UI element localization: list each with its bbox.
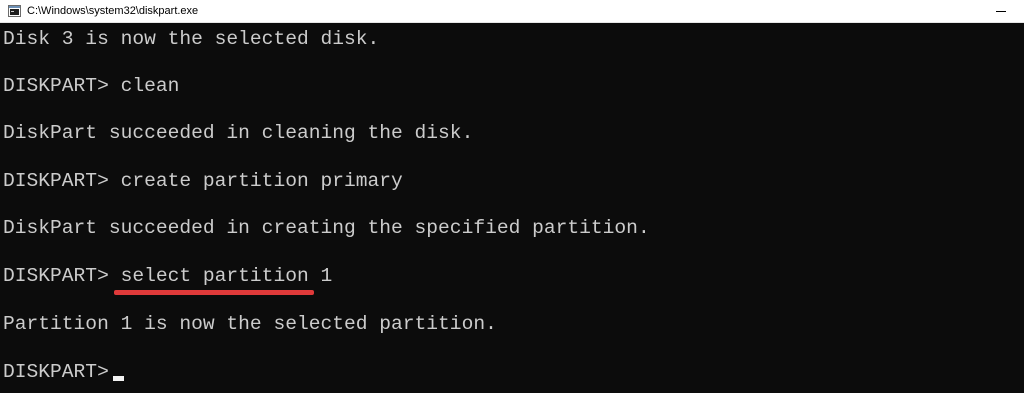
console-window: C:\Windows\system32\diskpart.exe Disk 3 …	[0, 0, 1024, 393]
command-highlight-underline	[114, 290, 314, 295]
console-line: Partition 1 is now the selected partitio…	[3, 313, 497, 335]
console-line: DISKPART> clean	[3, 75, 180, 97]
console-app-icon	[8, 5, 21, 17]
text-cursor	[113, 376, 124, 381]
console-line: Disk 3 is now the selected disk.	[3, 28, 380, 50]
console-line: DiskPart succeeded in creating the speci…	[3, 217, 650, 239]
minimize-icon	[996, 11, 1006, 12]
console-line: DISKPART> select partition 1	[3, 265, 333, 287]
console-line: DiskPart succeeded in cleaning the disk.	[3, 122, 474, 144]
title-bar[interactable]: C:\Windows\system32\diskpart.exe	[0, 0, 1024, 23]
console-output[interactable]: Disk 3 is now the selected disk. DISKPAR…	[0, 23, 1024, 393]
minimize-button[interactable]	[978, 0, 1024, 22]
window-title: C:\Windows\system32\diskpart.exe	[27, 5, 199, 17]
prompt-line[interactable]: DISKPART>	[3, 359, 121, 385]
console-line: DISKPART> create partition primary	[3, 170, 403, 192]
